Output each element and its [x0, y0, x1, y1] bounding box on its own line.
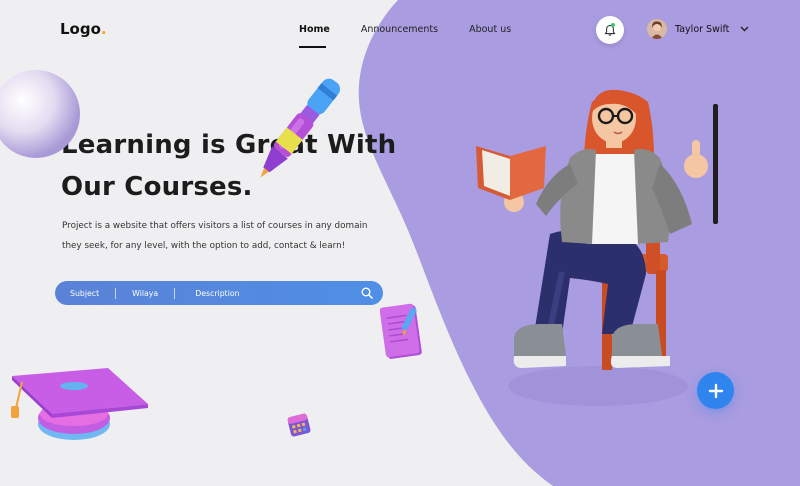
- hero-title: Learning is Great With Our Courses.: [61, 124, 421, 208]
- nav-active-indicator: [299, 46, 326, 48]
- logo[interactable]: Logo.: [60, 20, 107, 38]
- search-field-wilaya[interactable]: Wilaya: [132, 289, 158, 298]
- nav-home[interactable]: Home: [299, 24, 330, 35]
- teacher-illustration: [476, 89, 718, 370]
- document-illustration: [380, 303, 422, 359]
- chevron-down-icon: [740, 26, 749, 32]
- search-field-subject[interactable]: Subject: [70, 289, 99, 298]
- logo-dot: .: [100, 20, 107, 38]
- add-button[interactable]: [697, 372, 734, 409]
- logo-text: Logo: [60, 20, 101, 38]
- graduation-cap-illustration: [11, 368, 148, 440]
- user-menu[interactable]: Taylor Swift: [647, 19, 749, 39]
- plus-icon: [708, 383, 723, 398]
- search-bar: Subject Wilaya Description: [55, 281, 383, 305]
- search-divider: [174, 287, 176, 299]
- user-name: Taylor Swift: [675, 23, 730, 35]
- notifications-button[interactable]: [596, 16, 624, 44]
- calendar-cube-illustration: [287, 413, 311, 437]
- nav-announcements[interactable]: Announcements: [361, 24, 438, 35]
- hero-title-line2: Our Courses.: [61, 172, 253, 202]
- nav-about-us[interactable]: About us: [469, 24, 511, 35]
- search-icon[interactable]: [361, 287, 373, 299]
- search-field-description[interactable]: Description: [195, 289, 239, 298]
- hero-description: Project is a website that offers visitor…: [62, 221, 368, 251]
- search-divider: [115, 287, 117, 299]
- hero-title-line1: Learning is Great With: [61, 130, 397, 160]
- notification-dot: [611, 23, 615, 27]
- main-nav: Home Announcements About us: [299, 24, 511, 35]
- avatar: [647, 19, 667, 39]
